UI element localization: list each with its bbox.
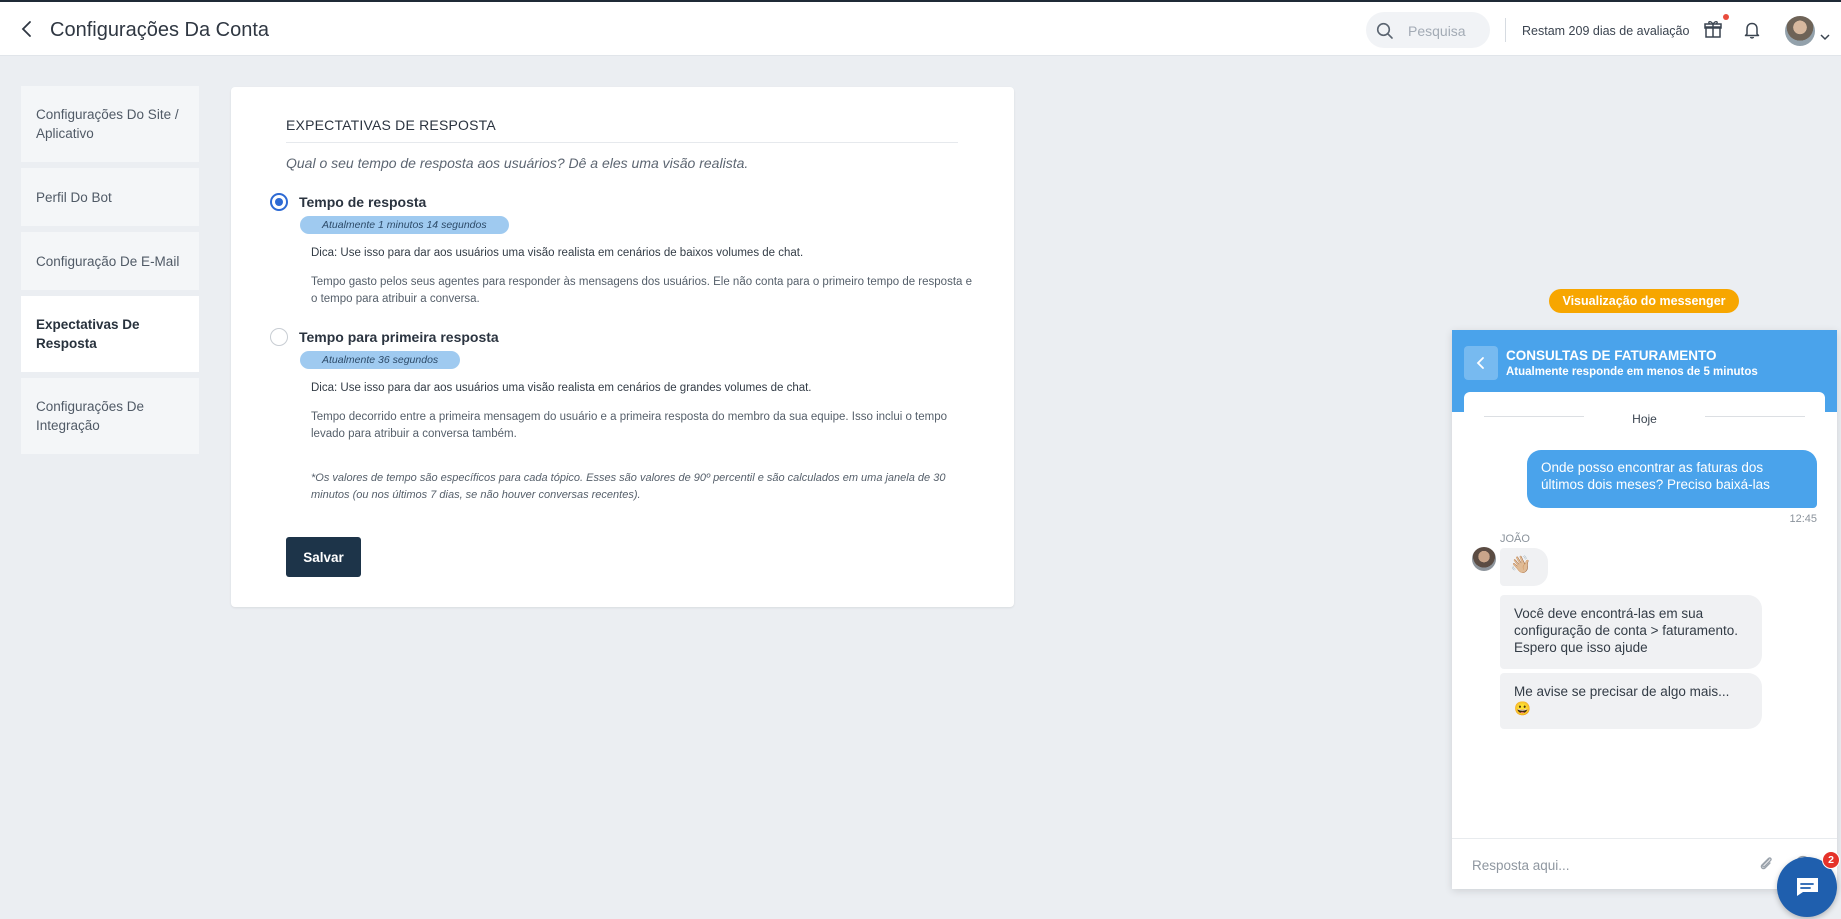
gift-icon[interactable] [1703, 19, 1723, 44]
sidebar-item-label: Configuração De E-Mail [36, 253, 180, 269]
bell-icon[interactable] [1743, 20, 1761, 45]
header-divider [1505, 18, 1506, 42]
sidebar-item-integration[interactable]: Configurações De Integração [21, 378, 199, 454]
response-time-current-badge: Atualmente 1 minutos 14 segundos [300, 216, 509, 234]
sidebar-item-label: Configurações De Integração [36, 399, 145, 433]
first-response-time-label[interactable]: Tempo para primeira resposta [299, 329, 499, 345]
agent-message-bubble: Você deve encontrá-las em sua configuraç… [1500, 595, 1762, 669]
response-expectations-card: EXPECTATIVAS DE RESPOSTA Qual o seu temp… [231, 87, 1014, 607]
trial-days-text: Restam 209 dias de avaliação [1522, 24, 1690, 38]
chevron-left-icon [1476, 357, 1484, 369]
response-time-tip: Dica: Use isso para dar aos usuários uma… [311, 247, 804, 259]
user-message-bubble: Onde posso encontrar as faturas dos últi… [1527, 450, 1817, 508]
day-divider-right [1705, 416, 1805, 417]
messenger-subtitle: Atualmente responde em menos de 5 minuto… [1506, 366, 1758, 378]
sidebar-item-site-app[interactable]: Configurações Do Site / Aplicativo [21, 86, 199, 162]
first-response-time-current-badge: Atualmente 36 segundos [300, 351, 461, 369]
section-title: EXPECTATIVAS DE RESPOSTA [286, 117, 496, 133]
messenger-title: CONSULTAS DE FATURAMENTO [1506, 348, 1717, 363]
chat-bubble-icon [1796, 878, 1818, 896]
agent-message-bubble: Me avise se precisar de algo mais... 😀 [1500, 673, 1762, 729]
sidebar-item-label: Configurações Do Site / Aplicativo [36, 107, 179, 141]
chevron-down-icon[interactable] [1820, 28, 1830, 46]
search-box[interactable] [1366, 12, 1490, 48]
reply-input[interactable] [1470, 853, 1754, 877]
agent-name: JOÃO [1500, 533, 1530, 545]
response-time-radio[interactable] [270, 193, 288, 211]
messenger-preview: CONSULTAS DE FATURAMENTO Atualmente resp… [1452, 330, 1837, 889]
search-input[interactable] [1406, 20, 1488, 42]
unread-count-badge: 2 [1822, 851, 1840, 869]
sidebar-item-bot-profile[interactable]: Perfil Do Bot [21, 168, 199, 226]
day-label: Hoje [1632, 412, 1657, 426]
response-time-description: Tempo gasto pelos seus agentes para resp… [311, 276, 973, 305]
back-arrow-icon[interactable] [16, 18, 38, 40]
message-time: 12:45 [1789, 513, 1817, 525]
sidebar-item-response-expectations[interactable]: Expectativas De Resposta [21, 296, 199, 372]
paperclip-icon[interactable] [1757, 854, 1775, 877]
messenger-conversation: Hoje Onde posso encontrar as faturas dos… [1464, 392, 1825, 828]
messenger-preview-badge: Visualização do messenger [1549, 289, 1739, 313]
sidebar-item-label: Expectativas De Resposta [36, 317, 140, 351]
agent-avatar [1472, 547, 1496, 571]
footnote: *Os valores de tempo são específicos par… [311, 472, 946, 501]
settings-sidebar: Configurações Do Site / Aplicativo Perfi… [21, 86, 199, 460]
first-response-time-tip: Dica: Use isso para dar aos usuários uma… [311, 382, 812, 394]
notification-dot [1723, 14, 1729, 20]
save-button[interactable]: Salvar [286, 537, 361, 577]
user-avatar[interactable] [1785, 16, 1815, 46]
top-bar: Configurações Da Conta Restam 209 dias d… [0, 0, 1841, 56]
page-title: Configurações Da Conta [50, 19, 270, 41]
section-divider [286, 142, 958, 143]
sidebar-item-email[interactable]: Configuração De E-Mail [21, 232, 199, 290]
messenger-back-button[interactable] [1464, 346, 1498, 380]
wave-emoji-bubble: 👋🏼 [1500, 548, 1548, 586]
question-text: Qual o seu tempo de resposta aos usuário… [286, 155, 749, 171]
sidebar-item-label: Perfil Do Bot [36, 189, 112, 205]
first-response-time-radio[interactable] [270, 328, 288, 346]
response-time-label[interactable]: Tempo de resposta [299, 194, 426, 210]
search-icon [1376, 22, 1394, 45]
first-response-time-description: Tempo decorrido entre a primeira mensage… [311, 411, 948, 440]
